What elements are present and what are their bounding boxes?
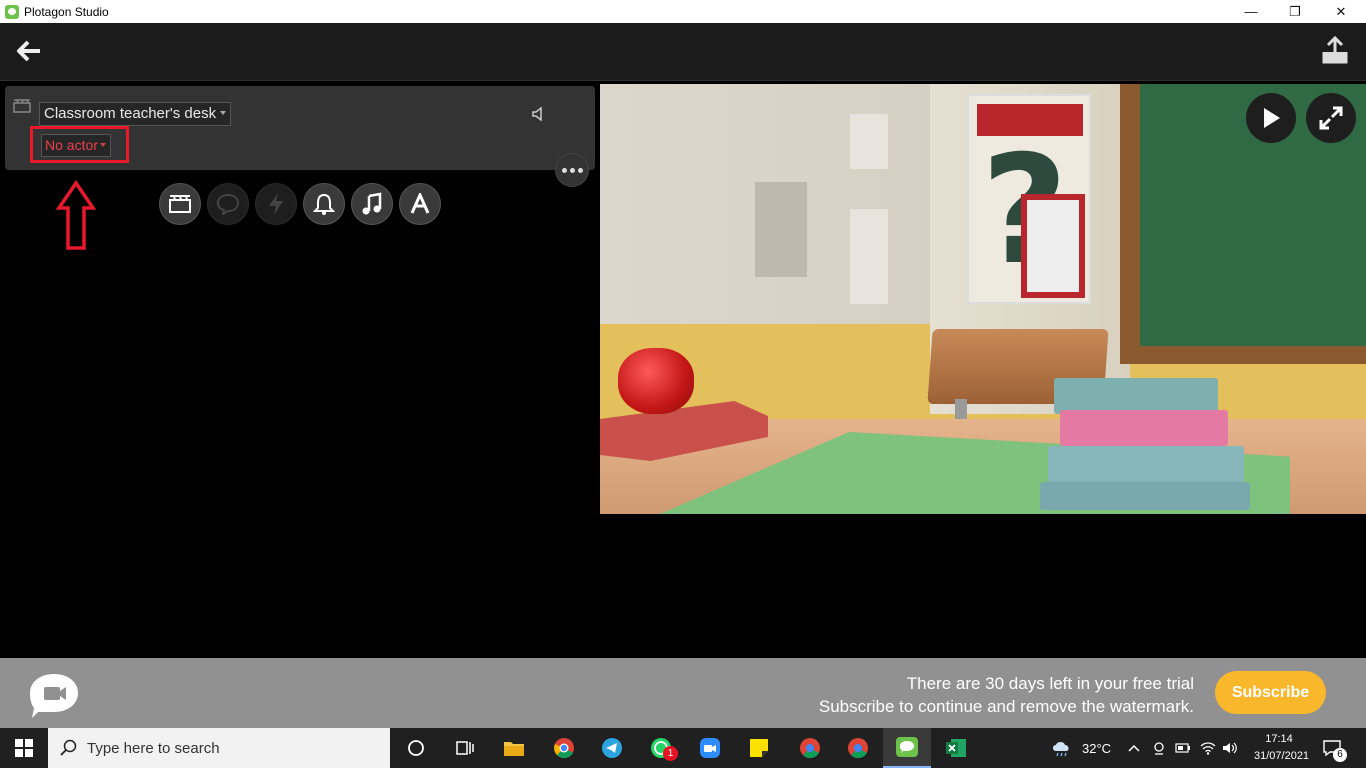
windows-taskbar: Type here to search 1 32°C 17:14 31/07/2…	[0, 728, 1366, 768]
bell-icon	[313, 193, 335, 215]
action-tool-button[interactable]	[255, 183, 297, 225]
trial-message: There are 30 days left in your free tria…	[819, 672, 1194, 718]
sound-effect-tool-button[interactable]	[303, 183, 345, 225]
notification-center-button[interactable]: 6	[1322, 728, 1347, 768]
cortana-circle-icon	[408, 740, 424, 756]
tray-meet-now[interactable]	[1152, 728, 1166, 768]
plotagon-logo-icon	[30, 674, 78, 718]
battery-indicator[interactable]	[1175, 728, 1191, 768]
cortana-button[interactable]	[392, 728, 440, 768]
search-icon	[60, 739, 77, 756]
volume-indicator[interactable]	[1222, 728, 1238, 768]
chrome-icon	[848, 738, 868, 759]
excel-button[interactable]	[932, 728, 980, 768]
location-label: Classroom teacher's desk	[44, 105, 217, 122]
clock-time: 17:14	[1265, 733, 1293, 745]
file-explorer-button[interactable]	[490, 728, 538, 768]
excel-icon	[946, 739, 966, 757]
question-mark-poster: ?	[967, 94, 1091, 304]
expand-icon	[1319, 106, 1343, 130]
wall-paper	[755, 182, 807, 277]
speaker-icon[interactable]	[531, 106, 547, 122]
maximize-button[interactable]: ❐	[1272, 0, 1318, 23]
sticky-note-icon	[750, 739, 768, 757]
zoom-icon	[700, 738, 720, 758]
folder-icon	[504, 742, 524, 756]
minimize-button[interactable]: —	[1228, 0, 1274, 23]
chrome-profile-button[interactable]	[786, 728, 834, 768]
clapperboard-icon	[169, 195, 191, 213]
wall-paper	[850, 114, 888, 169]
cloud-rain-icon	[1053, 742, 1069, 757]
scene-tool-button[interactable]	[159, 183, 201, 225]
trial-subscribe-text: Subscribe to continue and remove the wat…	[818, 697, 1194, 716]
battery-icon	[1175, 743, 1190, 753]
subscribe-button[interactable]: Subscribe	[1215, 671, 1326, 714]
whatsapp-unread-badge: 1	[663, 746, 678, 761]
trial-banner: There are 30 days left in your free tria…	[0, 658, 1366, 728]
weather-widget[interactable]: 32°C	[1050, 728, 1111, 768]
window-title: Plotagon Studio	[24, 4, 109, 19]
title-bar: Plotagon Studio — ❐ ✕	[0, 0, 1366, 23]
plotagon-taskbar-button[interactable]	[883, 728, 931, 768]
search-placeholder: Type here to search	[87, 739, 220, 757]
task-view-icon	[456, 741, 474, 755]
speech-bubble-icon	[216, 193, 240, 215]
chrome-button[interactable]	[540, 728, 588, 768]
clock-date: 31/07/2021	[1254, 750, 1310, 762]
webcam-icon	[1154, 742, 1164, 755]
wall-paper	[850, 209, 888, 304]
apple	[618, 348, 694, 414]
show-hidden-icons-button[interactable]	[1128, 728, 1140, 768]
chrome-icon	[554, 738, 574, 759]
video-preview: ?	[600, 84, 1366, 514]
plotagon-app-icon	[5, 4, 19, 19]
letter-a-icon	[410, 193, 430, 214]
volume-icon	[1223, 742, 1237, 754]
location-dropdown[interactable]: Classroom teacher's desk	[39, 102, 232, 126]
more-options-button[interactable]	[555, 153, 589, 187]
wifi-indicator[interactable]	[1200, 728, 1216, 768]
start-button[interactable]	[0, 728, 48, 768]
book-stack	[1040, 376, 1290, 514]
sticky-notes-button[interactable]	[735, 728, 783, 768]
chevron-down-icon	[220, 111, 227, 115]
app-toolbar	[0, 23, 1366, 81]
music-note-icon	[362, 192, 382, 215]
weather-temperature: 32°C	[1082, 740, 1112, 756]
share-export-icon[interactable]	[1322, 36, 1348, 64]
actor-dropdown[interactable]: No actor	[41, 134, 111, 157]
plotagon-icon	[896, 737, 918, 757]
fullscreen-button[interactable]	[1306, 93, 1356, 143]
scene-card: Classroom teacher's desk No actor	[5, 86, 595, 170]
task-view-button[interactable]	[440, 728, 488, 768]
trial-days-left-text: There are 30 days left in your free tria…	[906, 674, 1194, 693]
close-button[interactable]: ✕	[1318, 0, 1364, 23]
taskbar-search-box[interactable]: Type here to search	[48, 728, 390, 768]
play-button[interactable]	[1246, 93, 1296, 143]
whatsapp-button[interactable]: 1	[637, 728, 685, 768]
telegram-icon	[602, 738, 622, 758]
wifi-icon	[1200, 742, 1216, 755]
notification-count-badge: 6	[1333, 748, 1347, 762]
zoom-button[interactable]	[686, 728, 734, 768]
music-tool-button[interactable]	[351, 183, 393, 225]
clapperboard-icon	[13, 99, 31, 113]
chrome-profile-button[interactable]	[834, 728, 882, 768]
chevron-up-icon	[1128, 744, 1140, 752]
up-arrow-annotation-icon	[56, 180, 96, 250]
telegram-button[interactable]	[588, 728, 636, 768]
taskbar-clock[interactable]: 17:14 31/07/2021	[1254, 731, 1310, 765]
chevron-down-icon	[99, 143, 106, 147]
back-arrow-icon[interactable]	[16, 40, 42, 62]
play-icon	[1264, 108, 1280, 128]
text-tool-button[interactable]	[399, 183, 441, 225]
dialogue-tool-button[interactable]	[207, 183, 249, 225]
windows-logo-icon	[15, 739, 33, 757]
chrome-icon	[800, 738, 820, 759]
lightning-icon	[269, 193, 283, 215]
actor-label: No actor	[45, 137, 98, 153]
